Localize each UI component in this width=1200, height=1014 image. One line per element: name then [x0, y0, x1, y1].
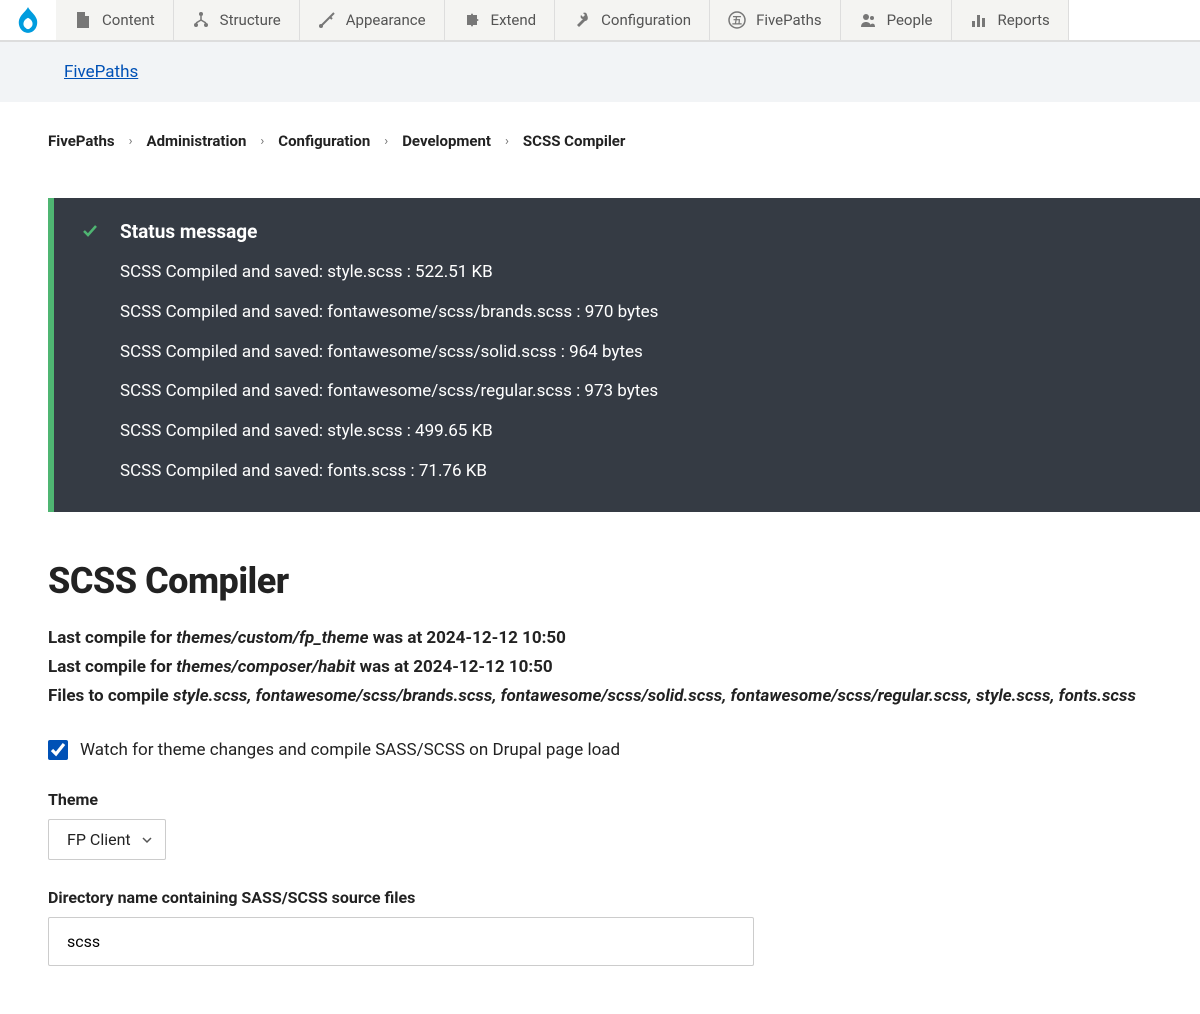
breadcrumb-item[interactable]: Configuration — [278, 132, 370, 150]
chevron-right-icon: › — [129, 134, 133, 149]
main-content: SCSS Compiler Last compile for themes/cu… — [0, 512, 1200, 1014]
status-title: Status message — [120, 220, 1172, 243]
people-icon — [859, 11, 877, 29]
breadcrumb-item[interactable]: FivePaths — [48, 132, 115, 150]
toolbar-item-label: Structure — [220, 11, 281, 29]
toolbar-item-reports[interactable]: Reports — [952, 0, 1069, 40]
admin-toolbar: Content Structure Appearance Extend Conf… — [0, 0, 1200, 42]
directory-field: Directory name containing SASS/SCSS sour… — [48, 888, 1152, 966]
breadcrumb-item[interactable]: Development — [402, 132, 491, 150]
toolbar-item-label: Configuration — [601, 11, 691, 29]
toolbar-item-label: Extend — [491, 11, 537, 29]
watch-checkbox-label[interactable]: Watch for theme changes and compile SASS… — [80, 740, 620, 760]
five-icon: 五 — [728, 11, 746, 29]
directory-label: Directory name containing SASS/SCSS sour… — [48, 888, 1152, 907]
toolbar-item-appearance[interactable]: Appearance — [300, 0, 445, 40]
chevron-right-icon: › — [384, 134, 388, 149]
status-msg: SCSS Compiled and saved: style.scss : 52… — [120, 261, 1172, 285]
toolbar-item-label: People — [887, 11, 933, 29]
directory-input[interactable] — [48, 917, 754, 966]
structure-icon — [192, 11, 210, 29]
status-msg: SCSS Compiled and saved: style.scss : 49… — [120, 420, 1172, 444]
status-msg: SCSS Compiled and saved: fonts.scss : 71… — [120, 460, 1172, 484]
reports-icon — [970, 11, 988, 29]
watch-checkbox-row: Watch for theme changes and compile SASS… — [48, 740, 1152, 760]
wrench-icon — [573, 11, 591, 29]
theme-select[interactable]: FP Client — [48, 819, 166, 860]
site-link-bar: FivePaths — [0, 42, 1200, 102]
svg-text:五: 五 — [732, 15, 742, 27]
breadcrumb-item: SCSS Compiler — [523, 132, 626, 150]
status-msg: SCSS Compiled and saved: fontawesome/scs… — [120, 341, 1172, 365]
file-icon — [74, 11, 92, 29]
breadcrumb-item[interactable]: Administration — [147, 132, 247, 150]
breadcrumb-wrap: FivePaths › Administration › Configurati… — [0, 102, 1200, 168]
toolbar-item-label: Appearance — [346, 11, 426, 29]
puzzle-icon — [463, 11, 481, 29]
chevron-right-icon: › — [260, 134, 264, 149]
theme-label: Theme — [48, 790, 1152, 809]
theme-selected-value: FP Client — [67, 830, 131, 849]
status-msg: SCSS Compiled and saved: fontawesome/scs… — [120, 301, 1172, 325]
status-msg: SCSS Compiled and saved: fontawesome/scs… — [120, 380, 1172, 404]
theme-field: Theme FP Client — [48, 790, 1152, 860]
compile-line: Files to compile style.scss, fontawesome… — [48, 682, 1152, 711]
status-message-wrap: Status message SCSS Compiled and saved: … — [48, 198, 1200, 512]
status-messages-list: SCSS Compiled and saved: style.scss : 52… — [120, 261, 1172, 484]
toolbar-item-configuration[interactable]: Configuration — [555, 0, 710, 40]
chevron-down-icon — [141, 834, 153, 846]
toolbar-item-extend[interactable]: Extend — [445, 0, 556, 40]
toolbar-drupal-logo[interactable] — [0, 0, 56, 40]
compile-line: Last compile for themes/custom/fp_theme … — [48, 624, 1152, 653]
page-title: SCSS Compiler — [48, 560, 1152, 602]
status-message: Status message SCSS Compiled and saved: … — [48, 198, 1200, 512]
breadcrumb: FivePaths › Administration › Configurati… — [48, 132, 1152, 150]
watch-checkbox[interactable] — [48, 740, 68, 760]
chevron-right-icon: › — [505, 134, 509, 149]
check-icon — [82, 223, 98, 242]
compile-info: Last compile for themes/custom/fp_theme … — [48, 624, 1152, 711]
toolbar-item-content[interactable]: Content — [56, 0, 174, 40]
toolbar-item-label: FivePaths — [756, 11, 822, 29]
site-home-link[interactable]: FivePaths — [64, 62, 138, 82]
toolbar-item-structure[interactable]: Structure — [174, 0, 300, 40]
toolbar-item-fivepaths[interactable]: 五 FivePaths — [710, 0, 841, 40]
drupal-icon — [15, 5, 41, 35]
toolbar-item-label: Reports — [998, 11, 1050, 29]
compile-line: Last compile for themes/composer/habit w… — [48, 653, 1152, 682]
appearance-icon — [318, 11, 336, 29]
toolbar-item-label: Content — [102, 11, 155, 29]
toolbar-item-people[interactable]: People — [841, 0, 952, 40]
